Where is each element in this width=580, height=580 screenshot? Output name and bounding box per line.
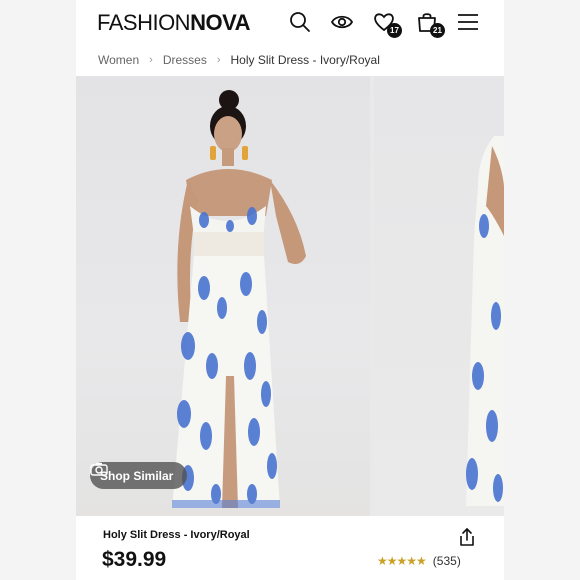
product-title: Holy Slit Dress - Ivory/Royal <box>103 529 250 541</box>
hamburger-menu-icon[interactable] <box>456 10 480 34</box>
chevron-right-icon: › <box>216 54 221 66</box>
shopping-bag-icon[interactable]: 21 <box>415 10 445 38</box>
chevron-right-icon: › <box>149 54 153 66</box>
site-header: FASHIONNOVA 17 21 <box>76 0 504 44</box>
product-price: $39.99 <box>102 548 167 571</box>
right-margin <box>504 0 580 580</box>
wishlist-count-badge: 17 <box>387 23 402 38</box>
left-margin <box>0 0 76 580</box>
camera-icon <box>90 463 108 476</box>
product-page: FASHIONNOVA 17 21 Women › Dresses › Holy… <box>76 0 504 580</box>
breadcrumb: Women › Dresses › Holy Slit Dress - Ivor… <box>98 52 380 68</box>
product-photo-main[interactable]: Shop Similar <box>76 76 370 516</box>
shop-similar-button[interactable]: Shop Similar <box>90 462 188 489</box>
share-icon[interactable] <box>458 527 476 547</box>
breadcrumb-link-women[interactable]: Women <box>98 53 139 67</box>
breadcrumb-current: Holy Slit Dress - Ivory/Royal <box>230 53 380 67</box>
product-image-gallery[interactable]: Shop Similar <box>76 76 504 516</box>
bag-count-badge: 21 <box>430 23 445 38</box>
review-count: (535) <box>432 554 461 568</box>
product-rating[interactable]: ★★★★★ (535) <box>377 554 461 568</box>
logo-text-nova: NOVA <box>190 10 251 35</box>
shop-similar-label: Shop Similar <box>100 468 174 483</box>
wishlist-heart-icon[interactable]: 17 <box>372 10 402 38</box>
breadcrumb-link-dresses[interactable]: Dresses <box>163 53 207 67</box>
search-icon[interactable] <box>288 10 312 34</box>
product-photo-next[interactable] <box>374 76 504 516</box>
logo-text-fashion: FASHION <box>97 10 191 35</box>
star-rating-icon: ★★★★★ <box>377 554 427 568</box>
eye-icon[interactable] <box>330 10 354 34</box>
brand-logo[interactable]: FASHIONNOVA <box>97 10 251 36</box>
